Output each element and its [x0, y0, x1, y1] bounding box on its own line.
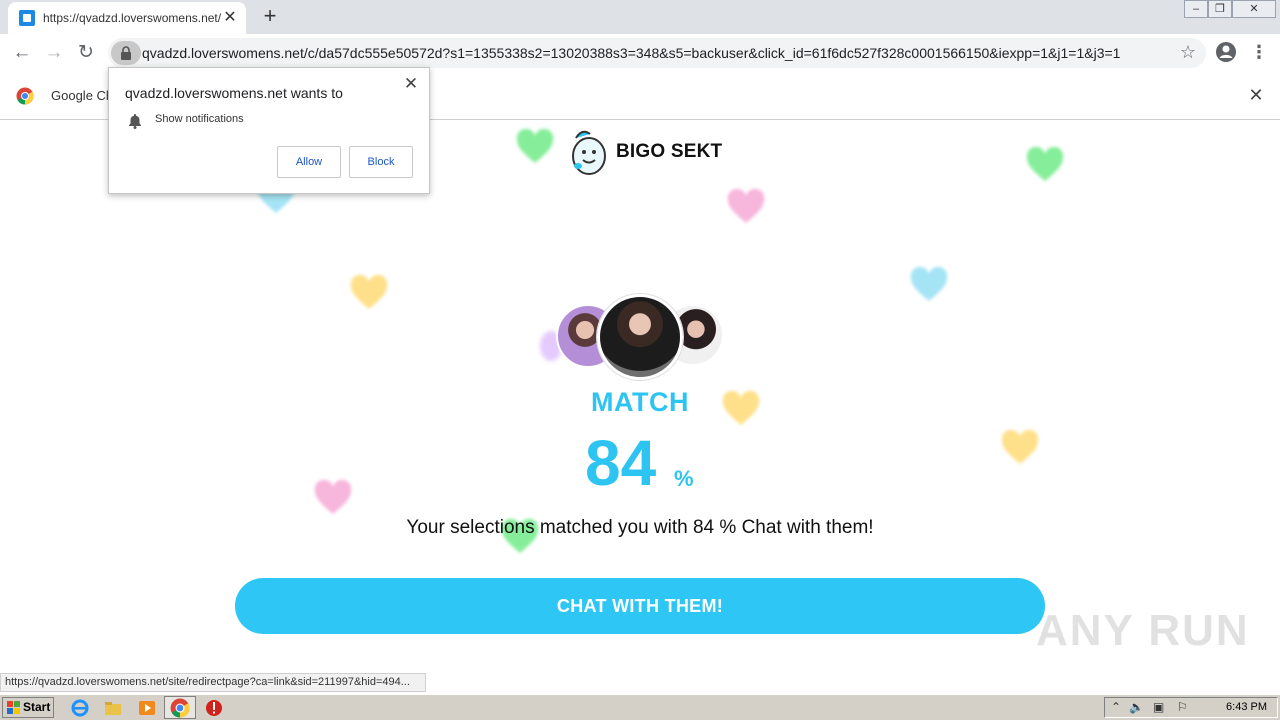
avatar — [597, 294, 683, 380]
match-percentage-value: 84 — [585, 427, 657, 499]
bookmark-star-icon[interactable]: ☆ — [1180, 42, 1196, 63]
back-arrow-icon[interactable]: ← — [8, 39, 36, 67]
tray-expand-icon[interactable]: ⌃ — [1111, 700, 1121, 714]
system-tray: ⌃ 🔈 ▣ ⚐ 6:43 PM — [1104, 697, 1278, 718]
popup-close-icon[interactable]: ✕ — [401, 74, 421, 94]
heart-icon — [910, 267, 948, 301]
heart-icon — [1026, 147, 1064, 181]
browser-menu-icon[interactable]: ⋮ — [1250, 40, 1268, 64]
tab-close-icon[interactable]: ✕ — [220, 8, 240, 28]
chrome-logo-icon — [16, 87, 34, 105]
match-description: Your selections matched you with 84 % Ch… — [406, 517, 874, 538]
start-label: Start — [23, 700, 51, 714]
internet-explorer-icon[interactable] — [70, 698, 90, 718]
infobar-close-icon[interactable]: ✕ — [1246, 85, 1266, 105]
windows-taskbar: Start ⌃ 🔈 ▣ ⚐ 6:43 PM — [0, 694, 1280, 720]
bigo-mascot-logo-icon — [572, 130, 606, 175]
permission-text: Show notifications — [155, 113, 244, 125]
bell-icon — [128, 113, 142, 129]
new-tab-button[interactable]: + — [258, 4, 282, 28]
site-favicon-icon — [19, 10, 35, 26]
restore-button[interactable]: ❐ — [1208, 0, 1232, 18]
volume-icon[interactable]: 🔈 — [1129, 700, 1144, 714]
stop-alert-icon[interactable] — [204, 698, 224, 718]
reload-icon[interactable]: ↻ — [72, 39, 100, 67]
address-bar[interactable]: qvadzd.loverswomens.net/c/da57dc555e5057… — [108, 38, 1206, 68]
chat-with-them-button[interactable]: CHAT WITH THEM! — [235, 578, 1045, 634]
taskbar-chrome-button[interactable] — [164, 696, 196, 719]
folder-icon[interactable] — [103, 698, 123, 718]
heart-icon — [350, 275, 388, 309]
network-icon[interactable]: ▣ — [1153, 700, 1164, 714]
flag-icon[interactable]: ⚐ — [1177, 700, 1188, 714]
url-text[interactable]: qvadzd.loverswomens.net/c/da57dc555e5057… — [142, 45, 1152, 61]
minimize-button[interactable]: – — [1184, 0, 1208, 18]
start-button[interactable]: Start — [2, 697, 54, 718]
browser-tab[interactable]: https://qvadzd.loverswomens.net/c/ ✕ — [8, 2, 246, 34]
heart-icon — [1001, 430, 1039, 464]
forward-arrow-icon[interactable]: → — [40, 39, 68, 67]
profile-avatar-icon[interactable] — [1214, 40, 1238, 64]
heart-icon — [727, 189, 765, 223]
chrome-icon — [170, 698, 190, 718]
notification-title: qvadzd.loverswomens.net wants to — [125, 85, 343, 101]
match-percent-sign: % — [674, 466, 694, 491]
tab-title: https://qvadzd.loverswomens.net/c/ — [43, 11, 221, 25]
match-label: MATCH — [591, 387, 689, 417]
block-button[interactable]: Block — [349, 146, 413, 178]
heart-icon — [516, 129, 554, 163]
notification-permission-popup: qvadzd.loverswomens.net wants to ✕ Show … — [108, 67, 430, 194]
anyrun-watermark: ANY RUN — [1036, 606, 1250, 655]
status-bar-url: https://qvadzd.loverswomens.net/site/red… — [0, 673, 426, 692]
windows-flag-icon — [7, 701, 20, 714]
allow-button[interactable]: Allow — [277, 146, 341, 178]
brand-name: BIGO SEKT — [616, 141, 723, 162]
heart-icon — [314, 480, 352, 514]
media-player-icon[interactable] — [137, 698, 157, 718]
lock-icon[interactable] — [111, 41, 141, 65]
clock: 6:43 PM — [1226, 701, 1267, 713]
web-page: BIGO SEKT MATCH 84 % Your selections mat… — [0, 121, 1280, 673]
tab-strip: https://qvadzd.loverswomens.net/c/ ✕ + –… — [0, 0, 1280, 34]
infobar-text: Google Ch — [51, 88, 114, 103]
window-close-button[interactable]: ✕ — [1232, 0, 1276, 18]
